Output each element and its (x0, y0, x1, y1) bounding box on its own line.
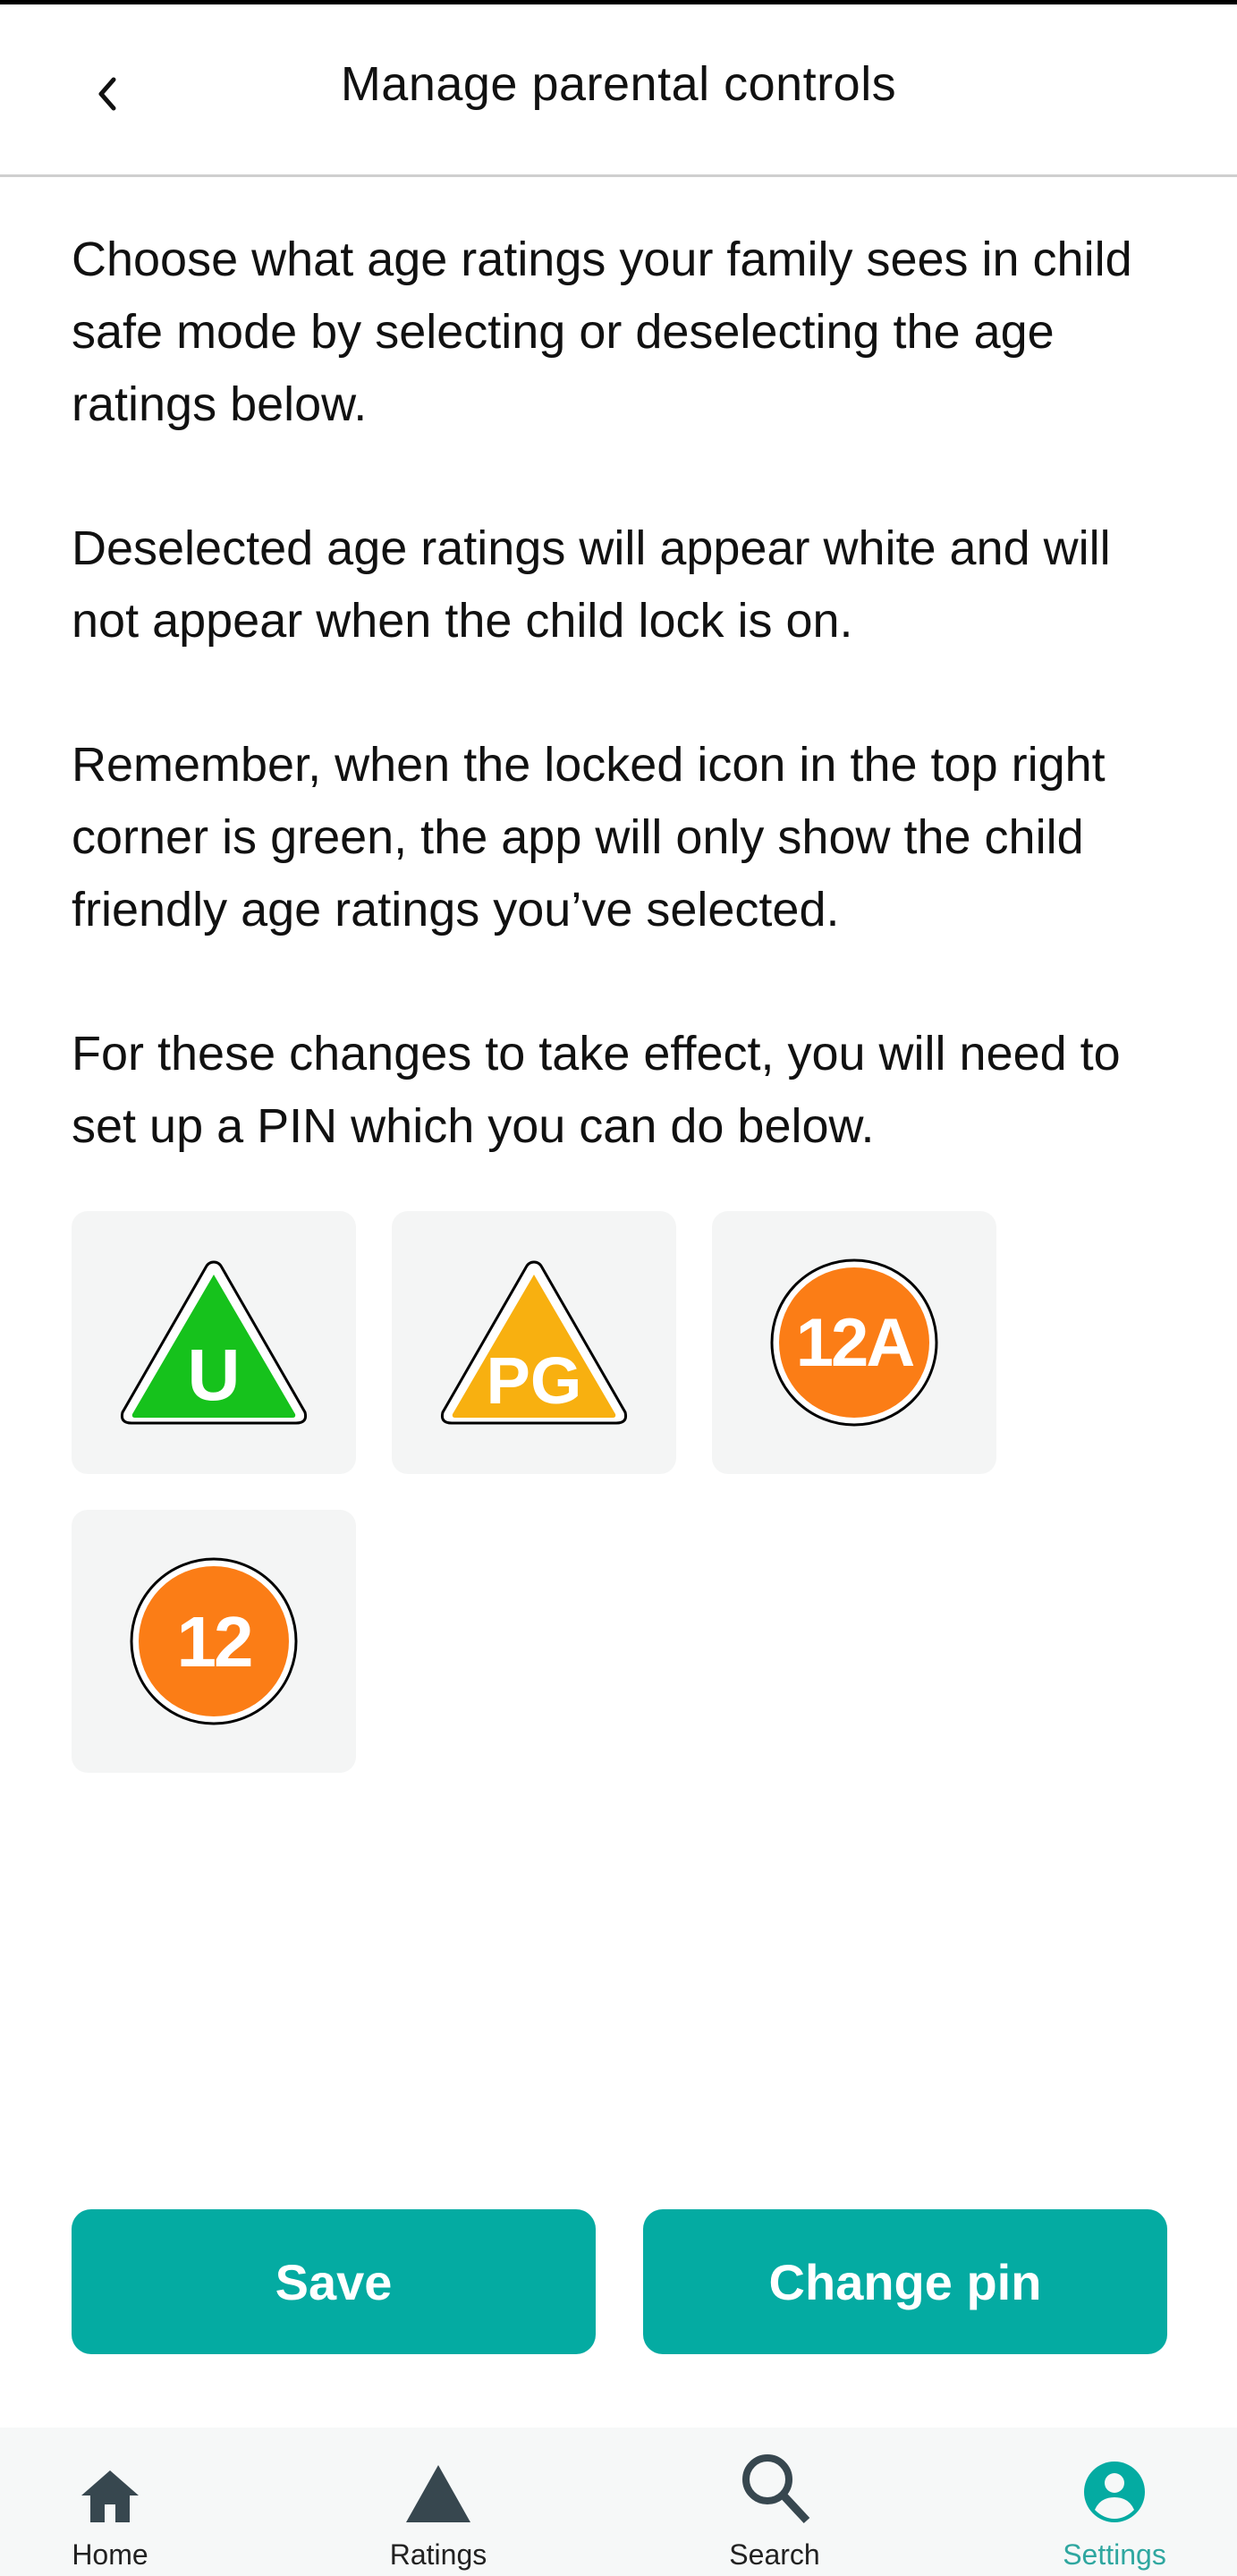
nav-item-home[interactable]: Home (12, 2428, 208, 2576)
app-header: Manage parental controls (0, 4, 1237, 177)
pg-rating-badge-icon: PG (441, 1260, 627, 1425)
rating-tile-u[interactable]: U (72, 1211, 356, 1474)
search-icon (742, 2454, 810, 2524)
nav-label-search: Search (729, 2538, 820, 2571)
12a-rating-badge-icon: 12A (770, 1258, 938, 1427)
account-circle-icon (1084, 2462, 1145, 2522)
rating-tile-pg[interactable]: PG (392, 1211, 676, 1474)
12a-rating-label: 12A (796, 1305, 914, 1381)
nav-item-ratings[interactable]: Ratings (340, 2428, 537, 2576)
bottom-navigation: Home Ratings Search Settings (0, 2428, 1237, 2576)
lock-paragraph: Remember, when the locked icon in the to… (72, 738, 1106, 936)
intro-paragraph: Choose what age ratings your family sees… (72, 233, 1132, 431)
nav-label-ratings: Ratings (389, 2538, 487, 2571)
12-rating-badge-icon: 12 (130, 1557, 298, 1725)
instructions: Choose what age ratings your family sees… (72, 224, 1181, 1234)
age-rating-grid: U PG 12A 12 (72, 1211, 1055, 1773)
change-pin-button[interactable]: Change pin (643, 2209, 1167, 2354)
12-rating-label: 12 (177, 1602, 251, 1682)
u-rating-label: U (187, 1335, 240, 1416)
page-title: Manage parental controls (340, 57, 897, 111)
nav-item-search[interactable]: Search (676, 2428, 873, 2576)
nav-label-home: Home (72, 2538, 148, 2571)
save-button[interactable]: Save (72, 2209, 596, 2354)
home-icon (81, 2470, 139, 2522)
deselect-paragraph: Deselected age ratings will appear white… (72, 521, 1111, 648)
pin-paragraph: For these changes to take effect, you wi… (72, 1027, 1121, 1153)
pg-rating-label: PG (487, 1343, 582, 1418)
triangle-icon (406, 2465, 470, 2522)
rating-tile-12a[interactable]: 12A (712, 1211, 996, 1474)
rating-tile-12[interactable]: 12 (72, 1510, 356, 1773)
u-rating-badge-icon: U (121, 1260, 307, 1425)
nav-item-settings[interactable]: Settings (1016, 2428, 1213, 2576)
nav-label-settings: Settings (1063, 2538, 1166, 2571)
